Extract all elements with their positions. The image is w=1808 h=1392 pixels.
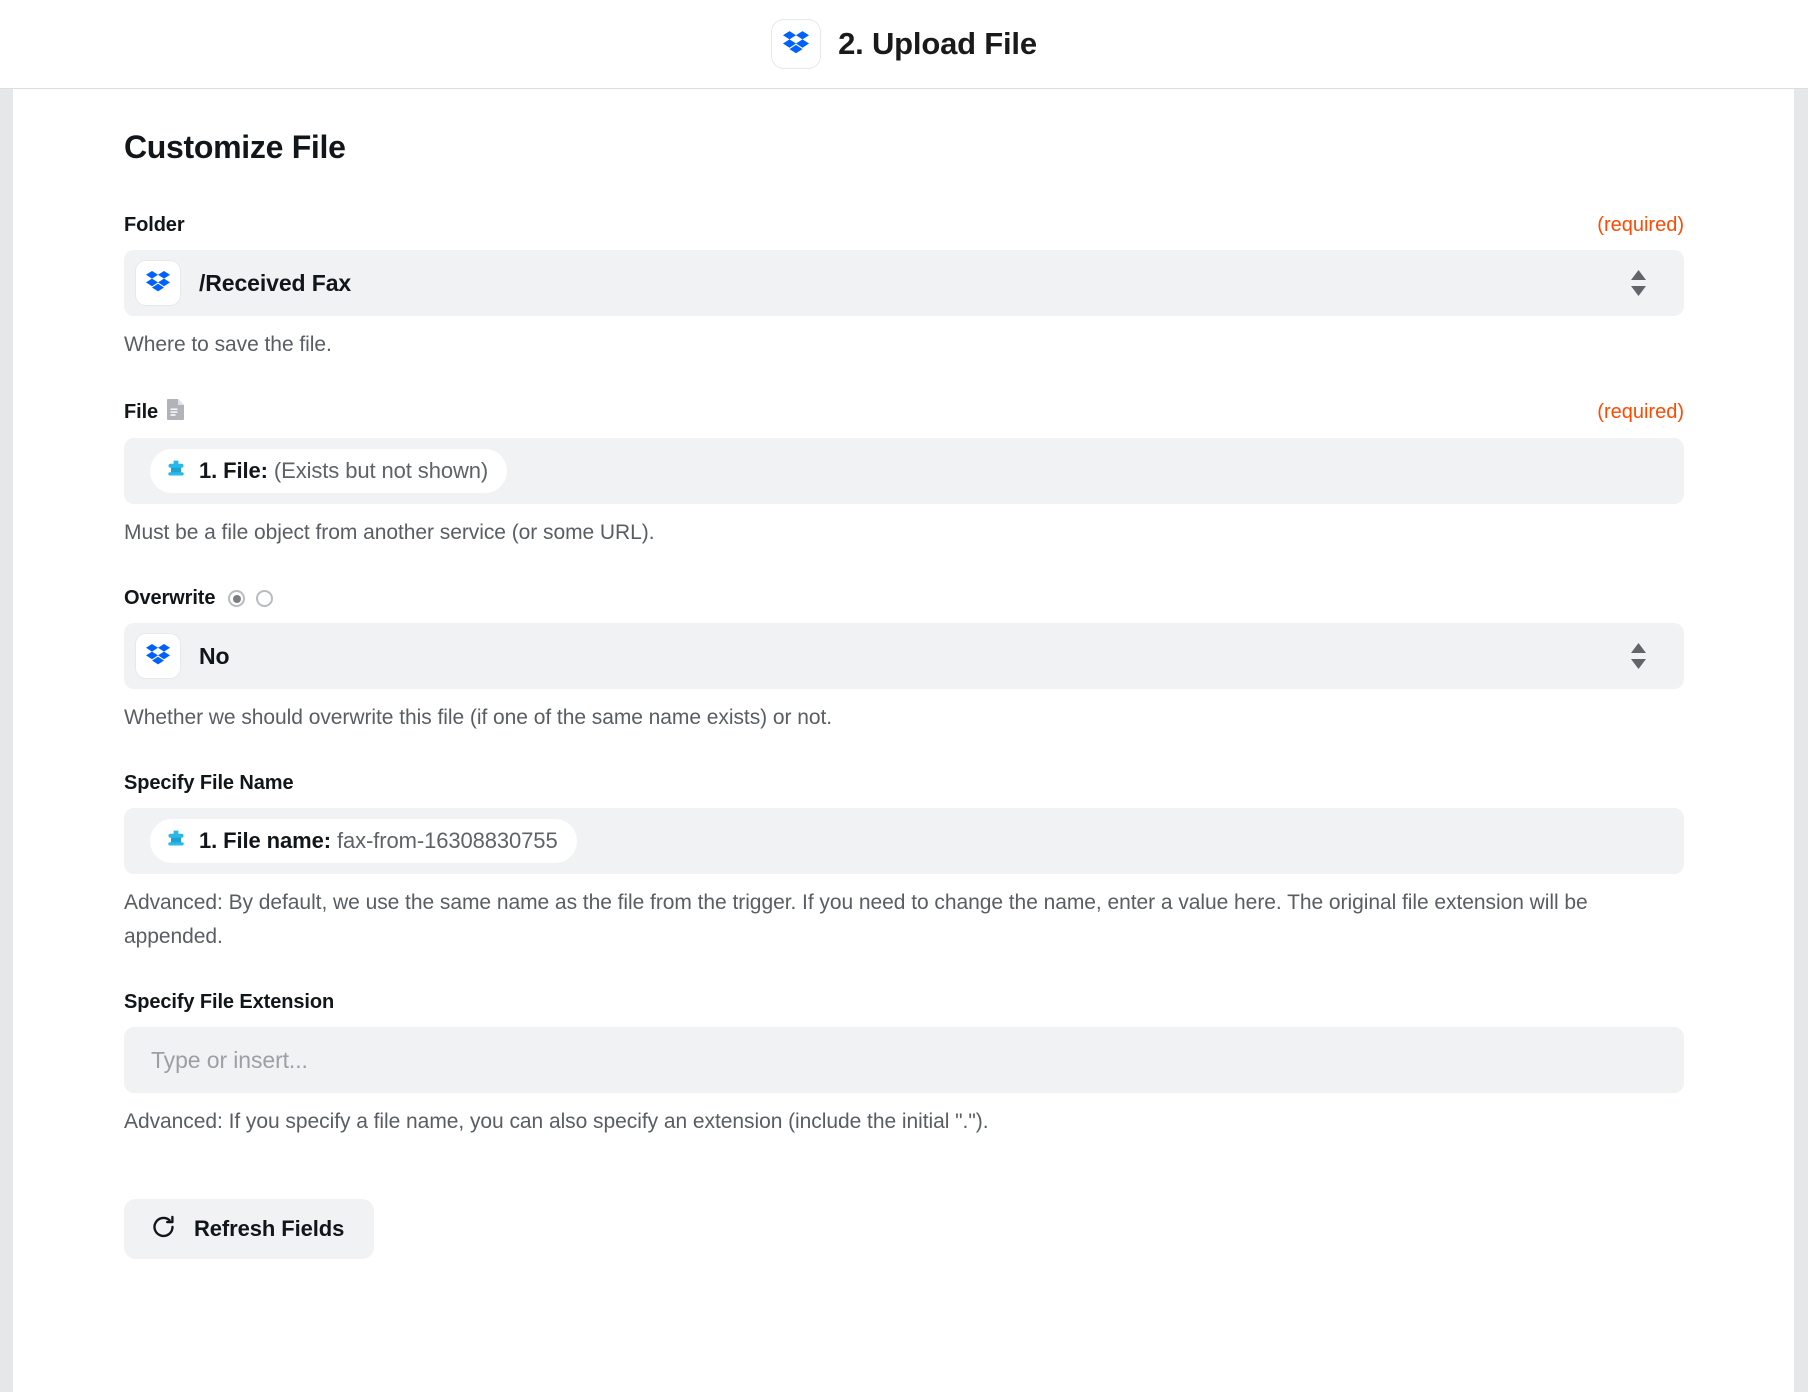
file-token[interactable]: 1. File: (Exists but not shown) [150,449,507,493]
file-name-token-value: fax-from-16308830755 [337,828,558,853]
field-folder-label: Folder [124,214,185,237]
field-file-help: Must be a file object from another servi… [124,516,1664,550]
field-file-label-row: File (required) [124,399,1684,425]
file-name-token-text: 1. File name: fax-from-16308830755 [199,828,558,854]
dropbox-icon [146,642,170,671]
specify-file-name-input[interactable]: 1. File name: fax-from-16308830755 [124,808,1684,874]
file-token-key: 1. File: [199,458,268,483]
page-frame: Customize File Folder (required) [0,88,1808,1392]
field-specify-file-extension-help: Advanced: If you specify a file name, yo… [124,1105,1664,1139]
overwrite-radio-dropdown[interactable] [228,590,245,607]
field-overwrite: Overwrite [124,587,1684,735]
field-folder-help: Where to save the file. [124,328,1664,362]
field-specify-file-extension-label: Specify File Extension [124,991,334,1014]
file-token-text: 1. File: (Exists but not shown) [199,458,488,484]
page-title: Customize File [124,129,1684,166]
field-folder-label-row: Folder (required) [124,214,1684,237]
field-file-required-tag: (required) [1597,401,1684,424]
folder-select-app-chip [135,260,181,306]
overwrite-mode-toggle[interactable] [228,590,273,607]
document-icon [167,399,184,425]
field-specify-file-name-help: Advanced: By default, we use the same na… [124,886,1664,954]
step-title: 2. Upload File [838,26,1037,62]
field-specify-file-extension-label-row: Specify File Extension [124,991,1684,1014]
field-overwrite-help: Whether we should overwrite this file (i… [124,701,1664,735]
overwrite-select-app-chip [135,633,181,679]
specify-file-extension-placeholder: Type or insert... [151,1047,308,1074]
file-name-token-key: 1. File name: [199,828,331,853]
field-file-label: File [124,401,158,424]
field-specify-file-name-label-row: Specify File Name [124,772,1684,795]
step-header: 2. Upload File [0,0,1808,88]
field-folder: Folder (required) /Received F [124,214,1684,362]
refresh-icon [150,1214,177,1244]
dropbox-icon [783,29,809,60]
overwrite-select[interactable]: No [124,623,1684,689]
overwrite-radio-custom[interactable] [256,590,273,607]
field-specify-file-extension: Specify File Extension Type or insert...… [124,991,1684,1139]
fax-app-icon [164,457,188,486]
step-header-inner: 2. Upload File [771,19,1037,69]
specify-file-extension-input[interactable]: Type or insert... [124,1027,1684,1093]
dropbox-app-badge [771,19,821,69]
fax-app-icon [164,827,188,856]
customize-file-panel: Customize File Folder (required) [13,89,1794,1392]
folder-select-value: /Received Fax [199,270,351,297]
field-overwrite-label: Overwrite [124,587,215,610]
refresh-fields-label: Refresh Fields [194,1216,344,1242]
refresh-fields-wrap: Refresh Fields [124,1199,1684,1259]
file-name-token[interactable]: 1. File name: fax-from-16308830755 [150,819,577,863]
refresh-fields-button[interactable]: Refresh Fields [124,1199,374,1259]
field-specify-file-name: Specify File Name 1. File name: fax-from… [124,772,1684,954]
dropbox-icon [146,269,170,298]
field-specify-file-name-label: Specify File Name [124,772,293,795]
field-file: File (required) [124,399,1684,550]
file-input[interactable]: 1. File: (Exists but not shown) [124,438,1684,504]
chevron-updown-icon[interactable] [1630,643,1647,669]
overwrite-select-value: No [199,643,229,670]
field-overwrite-label-row: Overwrite [124,587,1684,610]
chevron-updown-icon[interactable] [1630,270,1647,296]
file-token-value: (Exists but not shown) [274,458,488,483]
folder-select[interactable]: /Received Fax [124,250,1684,316]
field-folder-required-tag: (required) [1597,214,1684,237]
